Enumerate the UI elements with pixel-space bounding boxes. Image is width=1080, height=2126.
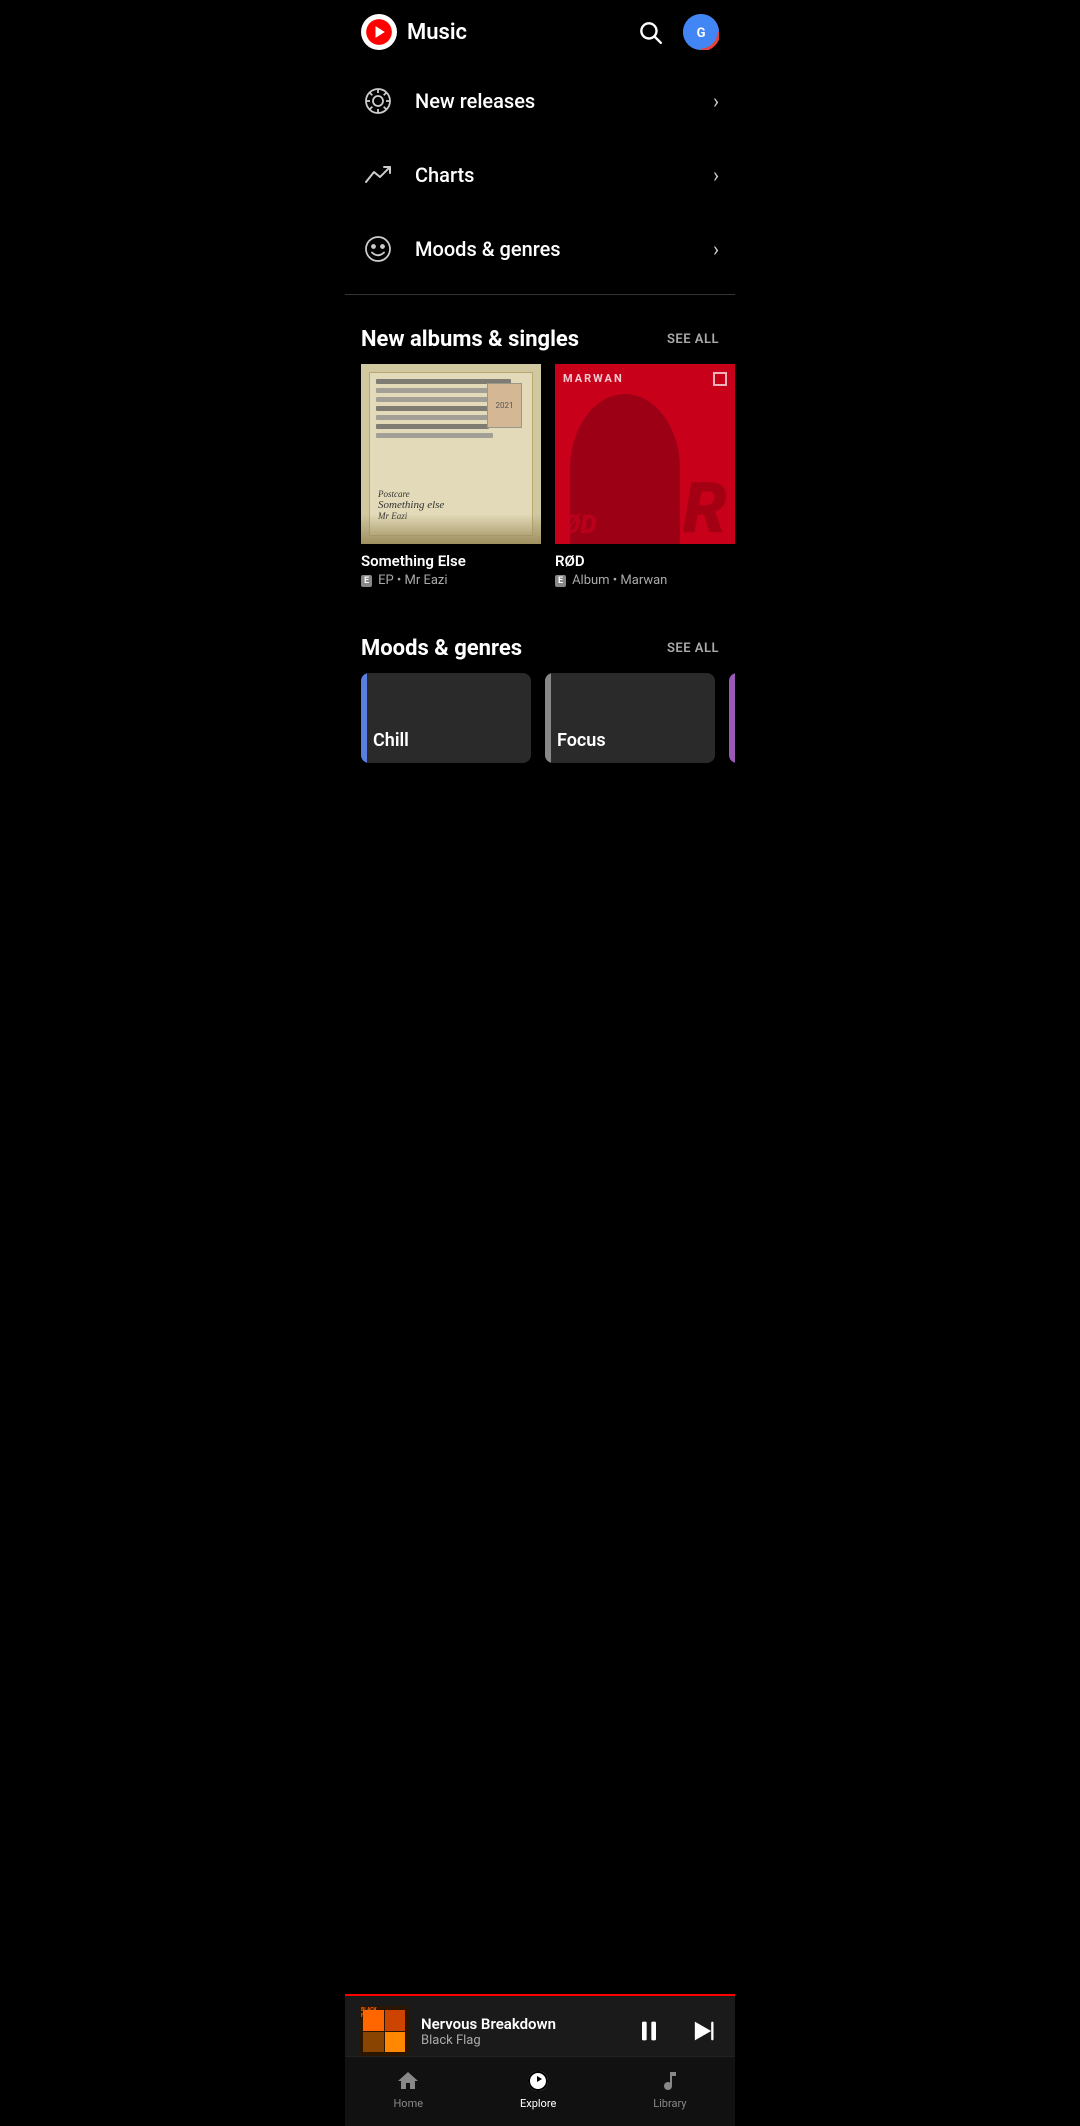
nav-label-new-releases: New releases [415, 89, 535, 113]
albums-scroll: 2021 PostcareSomething elseMr Eazi Somet… [345, 364, 735, 596]
music-badge-icon [361, 84, 395, 118]
album-art-rod: MARWAN R ØD [555, 364, 735, 544]
search-icon [637, 19, 663, 45]
header-brand: Music [361, 14, 467, 50]
nav-item-charts[interactable]: Charts › [345, 138, 735, 212]
album-meta-something-else: E EP • Mr Eazi [361, 573, 541, 588]
app-title: Music [407, 20, 467, 45]
now-playing-title: Nervous Breakdown [421, 2015, 619, 2033]
album-meta-rod: E Album • Marwan [555, 573, 735, 588]
bottom-navigation: Home Explore Library [345, 2056, 735, 2126]
home-icon [396, 2069, 420, 2093]
album-type-artist: Album • Marwan [572, 573, 667, 588]
album-type-artist: EP • Mr Eazi [378, 573, 447, 588]
app-header: Music G [345, 0, 735, 64]
skip-next-icon [689, 2017, 717, 2045]
library-icon [658, 2069, 682, 2093]
new-albums-see-all[interactable]: SEE ALL [667, 332, 719, 347]
mood-label-chill: Chill [373, 730, 409, 751]
explicit-badge: E [555, 575, 566, 587]
album-title-something-else: Something Else [361, 552, 541, 570]
chevron-right-icon: › [713, 89, 719, 113]
explore-icon [526, 2069, 550, 2093]
explicit-badge: E [361, 575, 372, 587]
nav-label-moods-genres: Moods & genres [415, 237, 561, 261]
nav-label-charts: Charts [415, 163, 474, 187]
tab-home-label: Home [393, 2097, 423, 2110]
new-albums-section: New albums & singles SEE ALL [345, 303, 735, 612]
now-playing-art: BLACKFLAG [359, 2006, 409, 2056]
tab-home[interactable]: Home [373, 2065, 443, 2114]
mood-card-sleep[interactable] [729, 673, 735, 763]
app-logo [361, 14, 397, 50]
album-card-something-else[interactable]: 2021 PostcareSomething elseMr Eazi Somet… [361, 364, 541, 588]
pause-button[interactable] [631, 2013, 667, 2049]
section-divider [345, 294, 735, 295]
mood-bar-focus [545, 673, 551, 763]
next-button[interactable] [685, 2013, 721, 2049]
avatar[interactable]: G [683, 14, 719, 50]
mood-bar-sleep [729, 673, 735, 763]
chevron-right-icon: › [713, 237, 719, 261]
now-playing-artist: Black Flag [421, 2033, 619, 2048]
now-playing-controls [631, 2013, 721, 2049]
svg-text:G: G [697, 26, 706, 41]
pause-icon [635, 2017, 663, 2045]
moods-see-all[interactable]: SEE ALL [667, 641, 719, 656]
emoji-icon [361, 232, 395, 266]
mood-bar-chill [361, 673, 367, 763]
mood-card-chill[interactable]: Chill [361, 673, 531, 763]
tab-library-label: Library [653, 2097, 686, 2110]
trending-icon [361, 158, 395, 192]
moods-scroll: Chill Focus [345, 673, 735, 771]
now-playing-info: Nervous Breakdown Black Flag [421, 2015, 619, 2048]
mood-card-focus[interactable]: Focus [545, 673, 715, 763]
tab-explore-label: Explore [520, 2097, 556, 2110]
search-button[interactable] [633, 15, 667, 49]
moods-genres-section: Moods & genres SEE ALL Chill Focus [345, 612, 735, 787]
chevron-right-icon: › [713, 163, 719, 187]
nav-item-moods-genres[interactable]: Moods & genres › [345, 212, 735, 286]
nav-item-new-releases[interactable]: New releases › [345, 64, 735, 138]
album-title-rod: RØD [555, 552, 735, 570]
new-albums-title: New albums & singles [361, 327, 579, 352]
tab-explore[interactable]: Explore [500, 2065, 576, 2114]
moods-genres-title: Moods & genres [361, 636, 522, 661]
album-card-rod[interactable]: MARWAN R ØD RØD E Album • Marwan [555, 364, 735, 588]
mood-label-focus: Focus [557, 730, 606, 751]
tab-library[interactable]: Library [633, 2065, 706, 2114]
header-actions: G [633, 14, 719, 50]
album-art-something-else: 2021 PostcareSomething elseMr Eazi [361, 364, 541, 544]
